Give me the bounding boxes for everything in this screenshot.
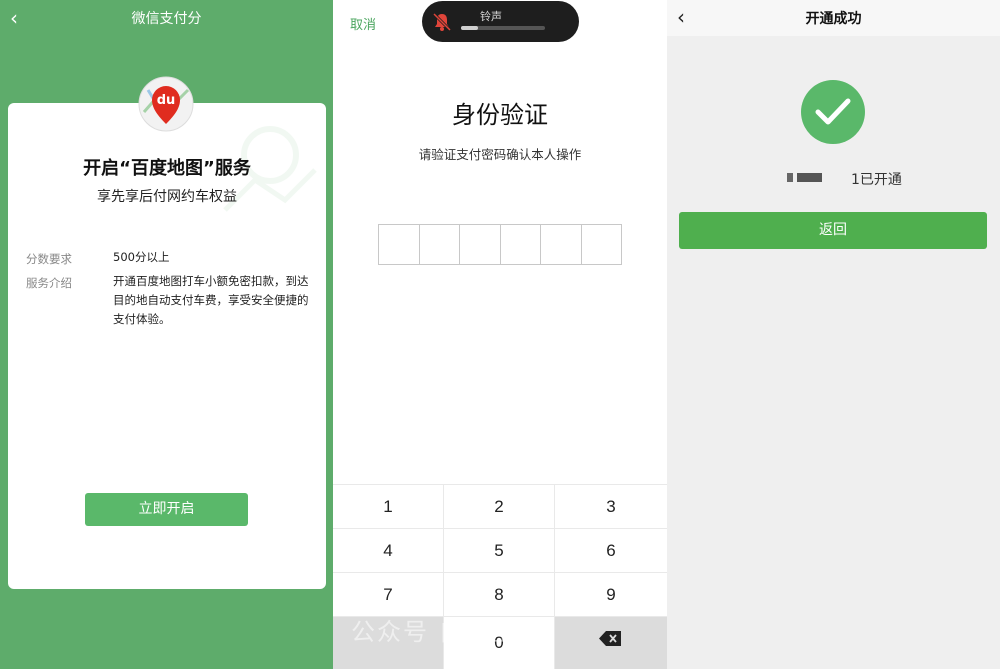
page-title: 身份验证 (452, 101, 548, 129)
bell-muted-icon (432, 12, 452, 32)
redacted-mark (797, 173, 822, 182)
card-subtitle: 享先享后付网约车权益 (97, 189, 237, 205)
key-8[interactable]: 8 (444, 573, 554, 616)
password-digit-cell[interactable] (582, 225, 622, 264)
password-digit-cell[interactable] (541, 225, 582, 264)
password-input[interactable] (378, 224, 622, 265)
key-6[interactable]: 6 (555, 529, 667, 572)
password-digit-cell[interactable] (501, 225, 541, 264)
score-requirement-label: 分数要求 (26, 252, 72, 266)
checkmark-icon (815, 98, 851, 125)
ringer-label: 铃声 (480, 10, 502, 23)
logo-text: du (157, 93, 176, 108)
password-digit-cell[interactable] (379, 225, 420, 264)
baidu-map-logo-icon: du (138, 76, 194, 132)
ringer-indicator: 铃声 (422, 1, 579, 42)
card-title: 开启“百度地图”服务 (83, 158, 251, 179)
password-digit-cell[interactable] (420, 225, 460, 264)
backspace-icon (599, 631, 621, 646)
cancel-button[interactable]: 取消 (350, 14, 376, 33)
key-0[interactable]: 0 (444, 617, 554, 669)
return-button[interactable]: 返回 (679, 212, 987, 249)
redacted-mark (787, 173, 793, 182)
key-5[interactable]: 5 (444, 529, 554, 572)
key-2[interactable]: 2 (444, 485, 554, 528)
check-circle-icon (801, 80, 865, 144)
panel-identity-verification: 取消 铃声 身份验证 请验证支付密码确认本人操作 1 2 3 4 5 6 7 8… (333, 0, 667, 669)
verification-hint: 请验证支付密码确认本人操作 (418, 147, 582, 162)
service-intro-value: 开通百度地图打车小额免密扣款，到达目的地自动支付车费，享受安全便捷的支付体验。 (113, 274, 309, 326)
password-digit-cell[interactable] (460, 225, 501, 264)
service-intro-label: 服务介绍 (26, 276, 72, 290)
volume-bar-fill (461, 26, 478, 30)
key-1[interactable]: 1 (333, 485, 443, 528)
nav-title: 微信支付分 (131, 11, 202, 27)
panel-activation-success: ‹ 开通成功 1已开通 返回 (667, 0, 1000, 669)
key-3[interactable]: 3 (555, 485, 667, 528)
nav-title: 开通成功 (805, 11, 862, 27)
key-blank (333, 617, 443, 669)
panel-wechat-pay-score: ‹ 微信支付分 du 开启“百度地图”服务 享先享后付网约车权益 分数要求 50… (0, 0, 333, 669)
numeric-keypad: 1 2 3 4 5 6 7 8 9 0 (333, 484, 667, 669)
volume-bar (461, 26, 545, 30)
score-requirement-value: 500分以上 (113, 250, 170, 264)
key-9[interactable]: 9 (555, 573, 667, 616)
activation-status: 1已开通 (851, 172, 902, 188)
delete-key[interactable] (555, 617, 667, 669)
key-7[interactable]: 7 (333, 573, 443, 616)
open-now-button[interactable]: 立即开启 (85, 493, 248, 526)
key-4[interactable]: 4 (333, 529, 443, 572)
